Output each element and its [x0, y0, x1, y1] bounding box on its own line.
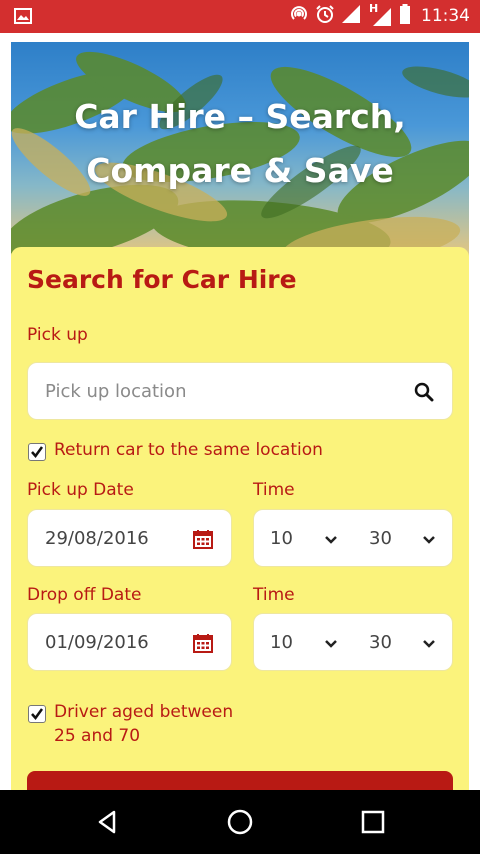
driver-age-label-line2: 25 and 70: [54, 726, 141, 746]
pickup-minute-value: 30: [369, 528, 392, 549]
search-icon[interactable]: [414, 382, 434, 406]
hero-title-line2: Compare & Save: [86, 151, 394, 190]
hero-title: Car Hire – Search, Compare & Save: [11, 90, 469, 198]
return-same-location-label[interactable]: Return car to the same location: [54, 438, 323, 462]
back-icon[interactable]: [92, 806, 124, 838]
chevron-down-icon[interactable]: [324, 532, 338, 551]
pickup-time-label: Time: [253, 480, 295, 500]
dropoff-time-label: Time: [253, 585, 295, 605]
return-same-location-checkbox[interactable]: [28, 443, 46, 461]
driver-age-label[interactable]: Driver aged between 25 and 70: [54, 700, 233, 748]
recents-icon[interactable]: [357, 806, 389, 838]
hero-banner: Car Hire – Search, Compare & Save: [11, 42, 469, 282]
pickup-date-input[interactable]: 29/08/2016: [27, 509, 232, 567]
battery-icon: [399, 4, 411, 28]
hotspot-icon: [289, 4, 309, 28]
dropoff-date-label: Drop off Date: [27, 585, 142, 605]
network-type-label: H: [369, 2, 379, 15]
driver-age-checkbox[interactable]: [28, 705, 46, 723]
pickup-location-input[interactable]: Pick up location: [27, 362, 453, 420]
status-bar: H 11:34: [0, 0, 480, 33]
calendar-icon[interactable]: [193, 529, 213, 553]
dropoff-time-select[interactable]: 10 30: [253, 613, 453, 671]
chevron-down-icon[interactable]: [324, 636, 338, 655]
pickup-time-select[interactable]: 10 30: [253, 509, 453, 567]
signal-h-icon: H: [367, 2, 393, 27]
pickup-date-value: 29/08/2016: [45, 528, 149, 549]
calendar-icon[interactable]: [193, 633, 213, 657]
navigation-bar: [0, 790, 480, 854]
pickup-hour-value: 10: [270, 528, 293, 549]
driver-age-label-line1: Driver aged between: [54, 702, 234, 722]
dropoff-minute-value: 30: [369, 632, 392, 653]
pickup-date-label: Pick up Date: [27, 480, 134, 500]
image-icon: [14, 8, 32, 24]
chevron-down-icon[interactable]: [422, 532, 436, 551]
search-form-panel: Search for Car Hire Pick up Pick up loca…: [11, 247, 469, 811]
home-icon[interactable]: [224, 806, 256, 838]
dropoff-hour-value: 10: [270, 632, 293, 653]
dropoff-date-input[interactable]: 01/09/2016: [27, 613, 232, 671]
dropoff-date-value: 01/09/2016: [45, 632, 149, 653]
signal-icon: [341, 4, 361, 28]
pickup-location-placeholder: Pick up location: [45, 381, 187, 402]
clock: 11:34: [421, 6, 470, 26]
pickup-label: Pick up: [27, 325, 88, 345]
hero-title-line1: Car Hire – Search,: [74, 97, 406, 136]
chevron-down-icon[interactable]: [422, 636, 436, 655]
form-title: Search for Car Hire: [27, 265, 297, 294]
alarm-icon: [315, 4, 335, 28]
